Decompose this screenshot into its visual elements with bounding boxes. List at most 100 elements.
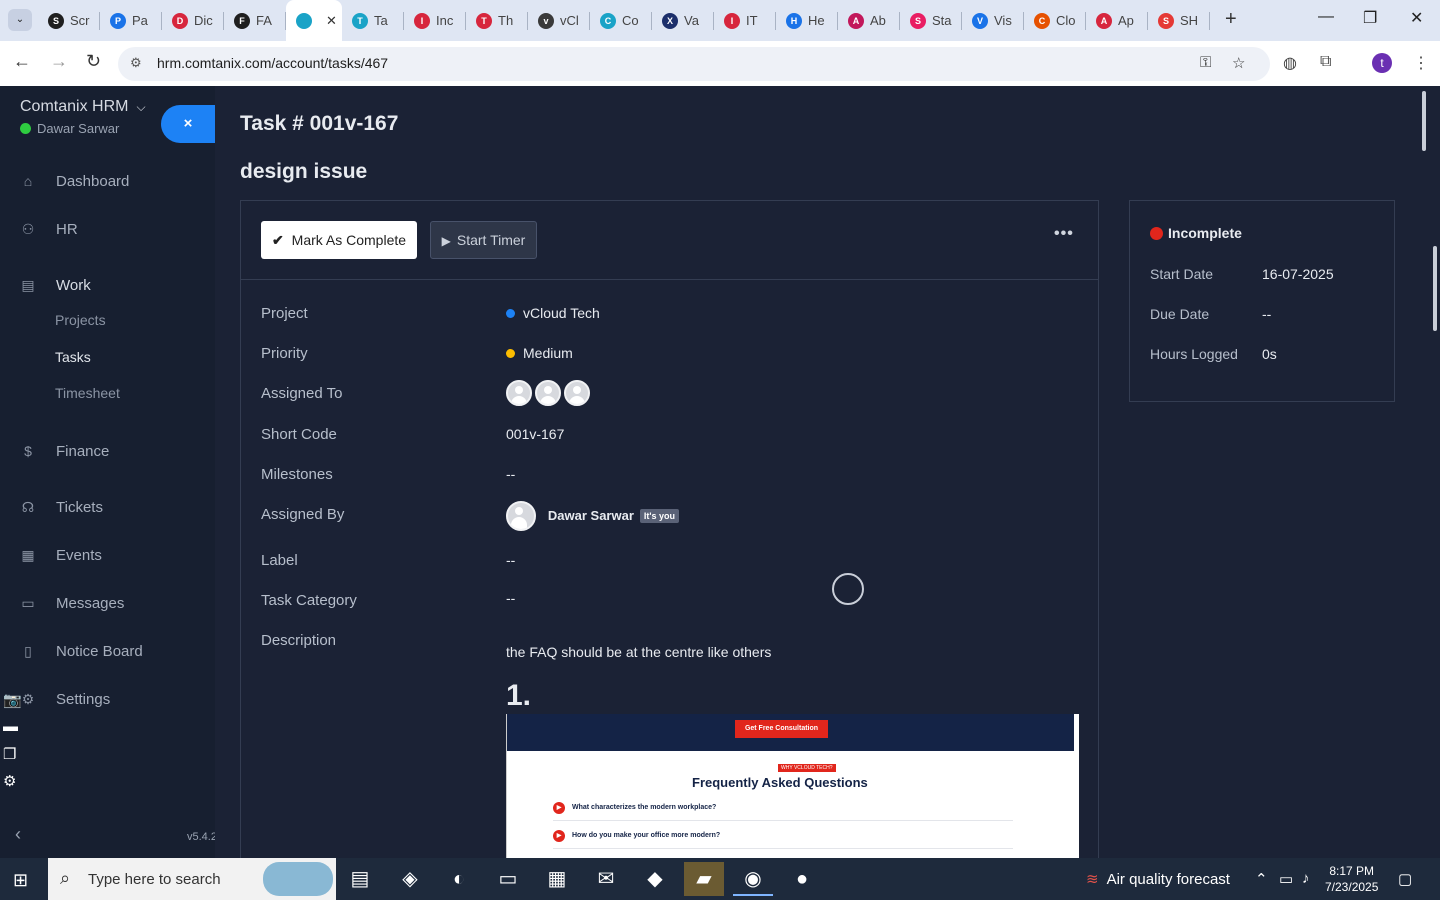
clock-date: 7/23/2025 <box>1325 880 1379 894</box>
priority-name: Medium <box>523 345 573 361</box>
star-icon[interactable]: ☆ <box>1232 54 1245 72</box>
collapse-sidebar-icon[interactable]: ‹ <box>15 824 21 845</box>
minimize-button[interactable]: — <box>1318 8 1334 26</box>
translate-icon[interactable]: ◍ <box>1283 53 1297 73</box>
sidebar-item-messages[interactable]: ▭ Messages <box>0 587 215 621</box>
extensions-icon[interactable]: ⧉ <box>1320 53 1331 71</box>
sidebar-subitem-tasks[interactable]: Tasks <box>55 349 91 365</box>
back-icon[interactable]: ← <box>13 51 31 72</box>
page-scrollbar[interactable] <box>1420 86 1440 858</box>
sidebar-item-dashboard[interactable]: ⌂ Dashboard <box>0 165 215 199</box>
copilot-icon[interactable]: ◈ <box>390 862 430 896</box>
volume-icon[interactable]: ♪ <box>1302 870 1310 887</box>
browser-tab[interactable]: I Inc <box>404 0 466 41</box>
task-view-icon[interactable]: ▤ <box>340 862 380 896</box>
project-value[interactable]: vCloud Tech <box>506 305 600 321</box>
browser-tab[interactable]: I IT <box>714 0 776 41</box>
close-sidebar-button[interactable]: × <box>161 105 215 143</box>
close-tab-icon[interactable]: ✕ <box>326 13 337 29</box>
key-icon[interactable]: ⚿ <box>1200 54 1211 71</box>
browser-tab[interactable]: A Ap <box>1086 0 1148 41</box>
browser-tab[interactable]: S Sta <box>900 0 962 41</box>
sidebar-item-finance[interactable]: $ Finance <box>0 435 215 469</box>
notifications-icon[interactable]: ▢ <box>1398 870 1412 888</box>
reload-icon[interactable]: ↻ <box>86 51 101 72</box>
browser-tab[interactable]: T Ta <box>342 0 404 41</box>
mark-complete-button[interactable]: ✔ Mark As Complete <box>261 221 417 259</box>
brand-menu[interactable]: Comtanix HRM ⌵ <box>20 98 146 116</box>
app-icon[interactable]: ◆ <box>635 862 675 896</box>
browser-tab[interactable]: S Scr <box>38 0 100 41</box>
close-window-button[interactable]: ✕ <box>1410 8 1423 28</box>
mail-icon[interactable]: ✉ <box>586 862 626 896</box>
sidebar-subitem-projects[interactable]: Projects <box>55 312 106 328</box>
description-screenshot[interactable]: Get Free Consultation WHY VCLOUD TECH? F… <box>506 714 1079 864</box>
browser-tab[interactable]: F FA <box>224 0 286 41</box>
online-status-dot <box>20 123 31 134</box>
url-text[interactable]: hrm.comtanix.com/account/tasks/467 <box>157 55 388 71</box>
site-info-icon[interactable]: ⚙ <box>130 55 142 71</box>
menu-icon[interactable]: ⋮ <box>1413 53 1429 73</box>
profile-icon[interactable]: t <box>1372 53 1392 73</box>
store-icon[interactable]: ▦ <box>537 862 577 896</box>
chevron-up-icon[interactable]: ⌃ <box>1255 870 1268 888</box>
settings-icon[interactable]: ⚙ <box>3 772 25 799</box>
sidebar-item-label: Events <box>56 547 102 564</box>
sidebar-item-tickets[interactable]: ☊ Tickets <box>0 491 215 525</box>
browser-tab[interactable]: D Dic <box>162 0 224 41</box>
sidebar-item-notice-board[interactable]: ▯ Notice Board <box>0 635 215 669</box>
milestones-label: Milestones <box>261 466 333 483</box>
browser-tab[interactable]: C Clo <box>1024 0 1086 41</box>
browser-tab[interactable]: P Pa <box>100 0 162 41</box>
scrollbar-thumb[interactable] <box>1422 91 1426 151</box>
brand-name: Comtanix HRM <box>20 98 129 115</box>
edge-icon[interactable]: ◐ <box>439 862 479 896</box>
avatar[interactable] <box>535 380 561 406</box>
weather-widget[interactable]: ≋ Air quality forecast <box>1086 870 1230 888</box>
new-tab-button[interactable]: + <box>1225 8 1237 31</box>
forward-icon[interactable]: → <box>50 51 68 72</box>
browser-tab[interactable]: A Ab <box>838 0 900 41</box>
sticky-notes-icon[interactable]: ▰ <box>684 862 724 896</box>
start-timer-button[interactable]: ▶ Start Timer <box>430 221 537 259</box>
video-icon[interactable]: ▬ <box>3 718 25 745</box>
its-you-badge: It's you <box>639 508 680 523</box>
more-options-button[interactable]: ••• <box>1054 225 1074 243</box>
chrome-icon[interactable]: ◉ <box>733 862 773 896</box>
project-label: Project <box>261 305 308 322</box>
browser-tab[interactable]: T Th <box>466 0 528 41</box>
browser-tab[interactable]: v vCl <box>528 0 590 41</box>
browser-tab[interactable]: X Va <box>652 0 714 41</box>
home-icon: ⌂ <box>23 173 33 189</box>
sidebar-item-hr[interactable]: ⚇ HR <box>0 213 215 247</box>
priority-label: Priority <box>261 345 308 362</box>
avatar[interactable] <box>506 501 536 531</box>
sidebar-item-work[interactable]: ▤ Work <box>0 269 215 303</box>
browser-tab[interactable]: C Co <box>590 0 652 41</box>
assignee-avatars <box>506 380 593 406</box>
browser-tab[interactable]: S SH <box>1148 0 1210 41</box>
windows-start-icon[interactable]: ⊞ <box>13 870 33 890</box>
taskbar-search[interactable]: ⌕ Type here to search <box>48 858 336 900</box>
avatar[interactable] <box>564 380 590 406</box>
file-explorer-icon[interactable]: ▭ <box>488 862 528 896</box>
avatar[interactable] <box>506 380 532 406</box>
zoom-icon[interactable]: ● <box>782 862 822 896</box>
browser-tab[interactable]: V Vis <box>962 0 1024 41</box>
omnibox[interactable]: ⚙ hrm.comtanix.com/account/tasks/467 ⚿ ☆ <box>118 47 1270 81</box>
network-icon[interactable]: ▭ <box>1279 870 1293 888</box>
sidebar-item-events[interactable]: ▦ Events <box>0 539 215 573</box>
check-icon: ✔ <box>271 231 284 248</box>
sidebar-item-settings[interactable]: ⚙ Settings <box>0 683 215 717</box>
layers-icon[interactable]: ❐ <box>3 745 25 772</box>
browser-tab[interactable]: H He <box>776 0 838 41</box>
maximize-button[interactable]: ❐ <box>1363 8 1377 28</box>
faq-item: ▶ What characterizes the modern workplace… <box>553 802 1013 821</box>
sidebar-subitem-timesheet[interactable]: Timesheet <box>55 385 120 401</box>
browser-tab-active[interactable]: ✕ <box>286 0 342 41</box>
tab-search-icon[interactable]: ⌄ <box>8 9 32 31</box>
system-clock[interactable]: 8:17 PM 7/23/2025 <box>1325 863 1378 895</box>
assigned-by-name[interactable]: Dawar Sarwar <box>548 508 634 523</box>
camera-icon[interactable]: 📷 <box>3 691 25 718</box>
scrollbar-thumb[interactable] <box>1433 246 1437 331</box>
